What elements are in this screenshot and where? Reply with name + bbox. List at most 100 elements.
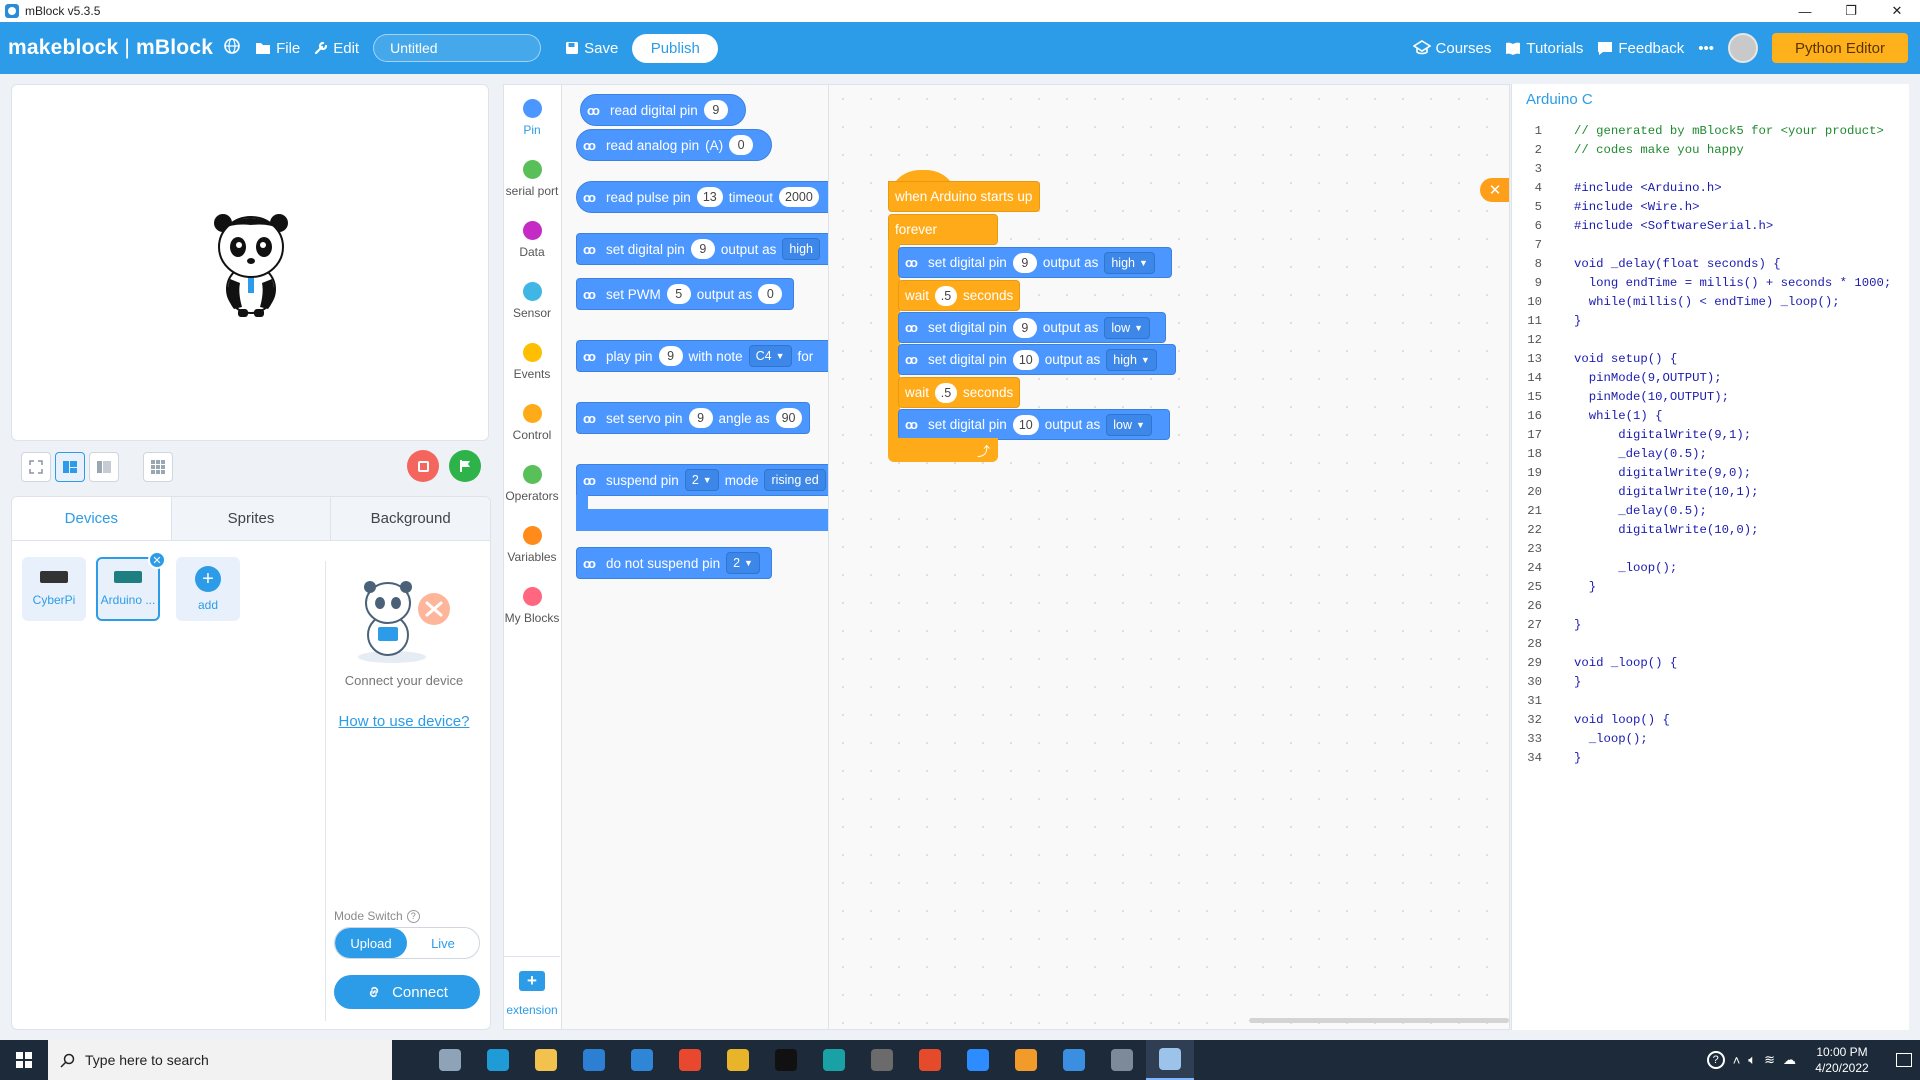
taskbar-clock[interactable]: 10:00 PM 4/20/2022 xyxy=(1804,1044,1880,1076)
notifications-icon[interactable] xyxy=(1896,1053,1912,1067)
timeout-input[interactable]: 2000 xyxy=(779,187,819,207)
block-wait-1[interactable]: wait .5 seconds xyxy=(898,280,1020,311)
avatar[interactable] xyxy=(1728,33,1758,63)
chevron-up-icon[interactable]: ˄ xyxy=(1733,1053,1741,1068)
calculator-icon[interactable] xyxy=(858,1040,906,1080)
courses-link[interactable]: Courses xyxy=(1412,40,1491,57)
cloud-icon[interactable]: ☁︎ xyxy=(1783,1052,1796,1068)
tab-background[interactable]: Background xyxy=(331,497,490,540)
close-window-icon[interactable]: ✕ xyxy=(1874,0,1920,22)
code-listing[interactable]: 1 // generated by mBlock5 for <your produ… xyxy=(1512,122,1909,768)
pin-input[interactable]: 9 xyxy=(658,346,683,366)
fullscreen-icon[interactable] xyxy=(21,452,51,482)
media-icon[interactable] xyxy=(1002,1040,1050,1080)
block-set-servo-pin[interactable]: oo set servo pin 9 angle as 90 xyxy=(576,402,810,434)
block-set-digital-pin[interactable]: oo set digital pin 9 output as high xyxy=(576,233,828,265)
angle-input[interactable]: 90 xyxy=(775,408,802,428)
level-dropdown[interactable]: high xyxy=(782,238,820,260)
publish-button[interactable]: Publish xyxy=(632,33,719,63)
category-operators[interactable]: Operators xyxy=(504,465,560,503)
help-tray-icon[interactable]: ? xyxy=(1706,1051,1725,1069)
pen-icon[interactable] xyxy=(906,1040,954,1080)
value-input[interactable]: 0 xyxy=(758,284,783,304)
pin-input[interactable]: 10 xyxy=(1012,414,1039,435)
grid-view-icon[interactable] xyxy=(143,452,173,482)
pin-dropdown[interactable]: 2 ▼ xyxy=(726,552,760,574)
how-to-use-device-link[interactable]: How to use device? xyxy=(332,713,476,730)
category-pin[interactable]: Pin xyxy=(504,99,560,137)
edge-icon[interactable] xyxy=(474,1040,522,1080)
mblock-pet-icon[interactable] xyxy=(426,1040,474,1080)
block-set-digital-pin-9-low[interactable]: oo set digital pin 9 output as low ▼ xyxy=(898,312,1166,343)
extension-button[interactable]: + extension xyxy=(504,956,560,1030)
add-device-button[interactable]: + add xyxy=(176,557,240,621)
stop-button[interactable] xyxy=(407,450,439,482)
code-editor-icon[interactable] xyxy=(1050,1040,1098,1080)
restore-icon[interactable]: ❐ xyxy=(1828,0,1874,22)
small-stage-icon[interactable] xyxy=(55,452,85,482)
mblock-icon[interactable] xyxy=(1146,1040,1194,1080)
minimize-icon[interactable]: — xyxy=(1782,0,1828,22)
pin-input[interactable]: 9 xyxy=(1012,317,1037,338)
block-set-pwm[interactable]: oo set PWM 5 output as 0 xyxy=(576,278,794,310)
terminal-icon[interactable] xyxy=(762,1040,810,1080)
level-dropdown[interactable]: low ▼ xyxy=(1106,413,1152,436)
edit-menu[interactable]: Edit xyxy=(314,40,359,57)
tools-icon[interactable] xyxy=(1098,1040,1146,1080)
green-flag-button[interactable] xyxy=(449,450,481,482)
pin-input[interactable]: 9 xyxy=(703,100,728,120)
pin-input[interactable]: 5 xyxy=(666,284,691,304)
block-when-arduino-starts-up[interactable]: when Arduino starts up xyxy=(888,181,1040,212)
category-data[interactable]: Data xyxy=(504,221,560,259)
seconds-input[interactable]: .5 xyxy=(935,382,958,403)
tutorials-link[interactable]: Tutorials xyxy=(1505,40,1583,57)
store-icon[interactable] xyxy=(570,1040,618,1080)
pin-input[interactable]: 10 xyxy=(1012,349,1039,370)
python-editor-button[interactable]: Python Editor xyxy=(1772,33,1908,63)
live-mode-toggle[interactable]: Live xyxy=(407,928,479,958)
level-dropdown[interactable]: high ▼ xyxy=(1106,348,1157,371)
panda-sprite[interactable] xyxy=(208,209,294,317)
tab-devices[interactable]: Devices xyxy=(12,497,172,540)
block-do-not-suspend-pin[interactable]: oo do not suspend pin 2 ▼ xyxy=(576,547,772,579)
taskbar-search[interactable]: Type here to search xyxy=(48,1040,392,1080)
block-wait-2[interactable]: wait .5 seconds xyxy=(898,377,1020,408)
category-sensor[interactable]: Sensor xyxy=(504,282,560,320)
start-button[interactable] xyxy=(0,1040,48,1080)
workspace-scrollbar[interactable] xyxy=(1249,1018,1509,1023)
pin-input[interactable]: 0 xyxy=(729,135,754,155)
upload-mode-toggle[interactable]: Upload xyxy=(335,928,407,958)
connect-button[interactable]: Connect xyxy=(334,975,480,1009)
category-serial-port[interactable]: serial port xyxy=(504,160,560,198)
save-button[interactable]: Save xyxy=(565,40,618,57)
wifi-icon[interactable]: ≋ xyxy=(1764,1052,1775,1068)
pin-dropdown[interactable]: 2 ▼ xyxy=(684,469,719,491)
tab-sprites[interactable]: Sprites xyxy=(171,497,332,540)
globe-icon[interactable] xyxy=(223,37,241,60)
level-dropdown[interactable]: low ▼ xyxy=(1104,316,1151,339)
office-icon[interactable] xyxy=(666,1040,714,1080)
close-code-panel-icon[interactable]: ✕ xyxy=(1480,178,1510,202)
project-name-input[interactable] xyxy=(373,34,542,62)
help-icon[interactable]: ? xyxy=(406,909,420,923)
category-events[interactable]: Events xyxy=(504,343,560,381)
category-control[interactable]: Control xyxy=(504,404,560,442)
arduino-icon[interactable] xyxy=(810,1040,858,1080)
pin-input[interactable]: 13 xyxy=(696,187,723,207)
large-stage-icon[interactable] xyxy=(89,452,119,482)
note-dropdown[interactable]: C4 ▼ xyxy=(748,345,792,367)
seconds-input[interactable]: .5 xyxy=(935,285,958,306)
pin-input[interactable]: 9 xyxy=(1012,252,1037,273)
file-menu[interactable]: File xyxy=(255,40,300,57)
category-variables[interactable]: Variables xyxy=(504,526,560,564)
remove-device-icon[interactable]: ✕ xyxy=(148,551,166,569)
block-read-pulse-pin[interactable]: oo read pulse pin 13 timeout 2000 xyxy=(576,181,828,213)
block-set-digital-pin-10-low[interactable]: oo set digital pin 10 output as low ▼ xyxy=(898,409,1170,440)
more-menu-icon[interactable]: ••• xyxy=(1698,40,1714,57)
mode-dropdown[interactable]: rising ed xyxy=(764,469,826,491)
block-read-digital-pin[interactable]: oo read digital pin 9 xyxy=(580,94,746,126)
mail-icon[interactable] xyxy=(618,1040,666,1080)
device-cyberpi[interactable]: CyberPi xyxy=(22,557,86,621)
block-set-digital-pin-10-high[interactable]: oo set digital pin 10 output as high ▼ xyxy=(898,344,1176,375)
pin-input[interactable]: 9 xyxy=(688,408,713,428)
